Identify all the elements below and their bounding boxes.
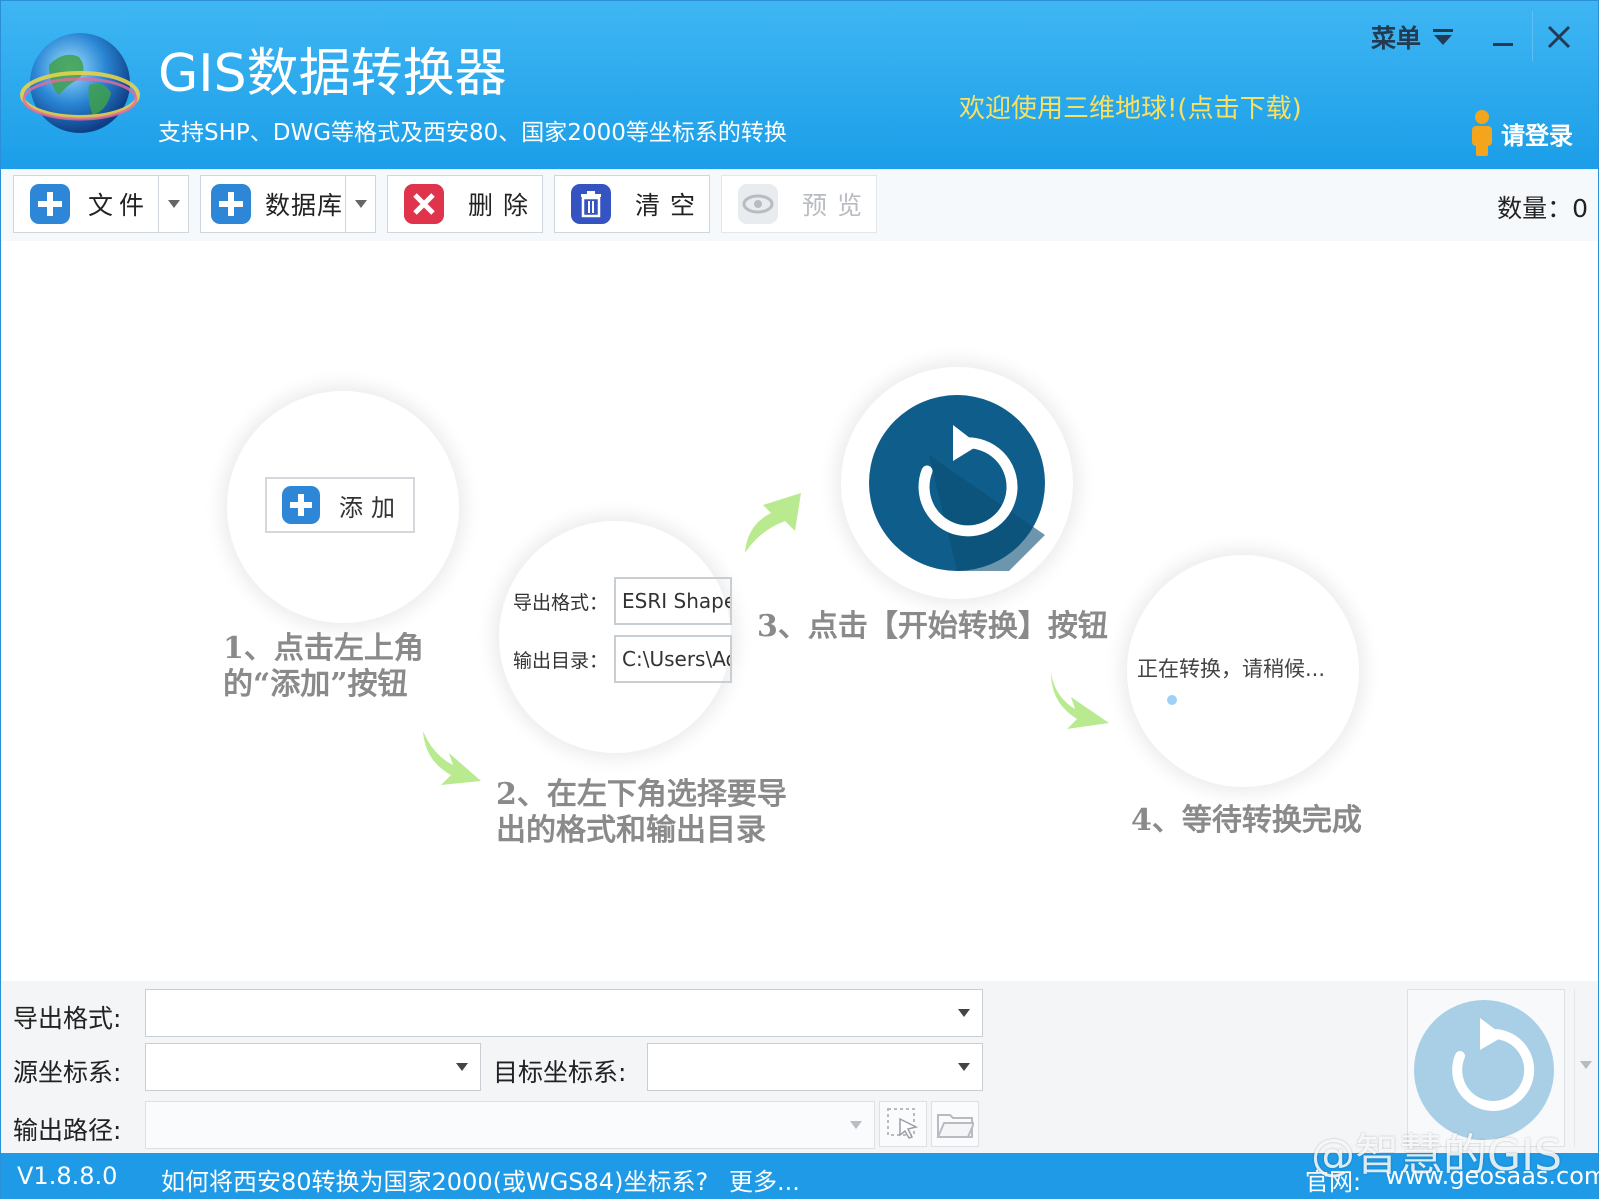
- output-path-label: 输出路径:: [13, 1116, 122, 1145]
- demo-format-row: 导出格式： ESRI Shapefile: [513, 577, 733, 625]
- demo-add-button: 添加: [265, 477, 415, 533]
- minimize-icon[interactable]: [1485, 19, 1521, 55]
- export-format-select[interactable]: [145, 989, 983, 1037]
- clear-label: 清空: [635, 191, 706, 220]
- green-arrow-icon: [745, 493, 801, 553]
- chevron-down-icon: [354, 200, 367, 208]
- source-crs-select[interactable]: [145, 1043, 481, 1091]
- toolbar: 文件 数据库 删除 清空 预览 数量：0: [1, 169, 1598, 241]
- step1-text-line2: 的“添加”按钮: [223, 667, 408, 702]
- close-icon[interactable]: [1541, 19, 1577, 55]
- menu-label: 菜单: [1371, 24, 1422, 53]
- menu-button[interactable]: 菜单: [1371, 19, 1455, 55]
- export-format-label: 导出格式:: [13, 1004, 122, 1033]
- version-text: V1.8.8.0: [17, 1162, 118, 1190]
- file-label: 文件: [88, 191, 151, 220]
- more-link[interactable]: 更多...: [729, 1162, 800, 1197]
- menu-dropdown-icon: [1433, 29, 1454, 45]
- chevron-down-icon: [167, 200, 180, 208]
- green-arrow-icon: [423, 731, 481, 785]
- preview-label: 预览: [802, 191, 873, 220]
- app-window: GIS数据转换器 支持SHP、DWG等格式及西安80、国家2000等坐标系的转换…: [0, 0, 1599, 1199]
- title-separator: [1532, 11, 1533, 61]
- step3-text: 3、点击【开始转换】按钮: [757, 609, 1108, 644]
- pick-path-button[interactable]: [879, 1101, 927, 1147]
- chevron-down-icon: [1580, 1061, 1592, 1069]
- source-crs-label: 源坐标系:: [13, 1058, 122, 1087]
- demo-format-value: ESRI Shapefile: [614, 577, 733, 625]
- globe-logo-icon: [20, 33, 140, 133]
- user-icon: [1472, 110, 1492, 156]
- green-arrow-icon: [1051, 673, 1109, 729]
- step2-text-line2: 出的格式和输出目录: [496, 813, 766, 848]
- demo-converting-text: 正在转换，请稍候...: [1137, 657, 1326, 681]
- delete-button[interactable]: 删除: [387, 175, 543, 233]
- panel-scroll-arrow[interactable]: [1574, 989, 1596, 1147]
- app-title: GIS数据转换器: [158, 44, 507, 104]
- app-subtitle: 支持SHP、DWG等格式及西安80、国家2000等坐标系的转换: [158, 120, 787, 146]
- help-link[interactable]: 如何将西安80转换为国家2000(或WGS84)坐标系?: [161, 1162, 708, 1197]
- preview-button[interactable]: 预览: [721, 175, 877, 233]
- guide-area: 添加 1、点击左上角 的“添加”按钮 导出格式： ESRI Shapefile …: [1, 241, 1598, 981]
- chevron-down-icon: [850, 1121, 862, 1129]
- database-label: 数据库: [265, 191, 344, 220]
- chevron-down-icon: [456, 1063, 468, 1071]
- add-file-button[interactable]: 文件: [13, 175, 189, 233]
- delete-label: 删除: [468, 191, 539, 220]
- add-database-button[interactable]: 数据库: [200, 175, 376, 233]
- watermark-text: @智慧的GIS: [1311, 1130, 1563, 1181]
- chevron-down-icon: [958, 1009, 970, 1017]
- folder-icon: [936, 1114, 974, 1138]
- file-dropdown-arrow[interactable]: [158, 176, 188, 232]
- plus-icon: [211, 184, 251, 224]
- eye-icon: [738, 184, 778, 224]
- output-path-input[interactable]: [145, 1101, 875, 1149]
- start-convert-icon: [869, 395, 1045, 571]
- demo-add-label: 添加: [339, 493, 403, 522]
- loading-dot: [1167, 695, 1177, 705]
- target-crs-label: 目标坐标系:: [493, 1058, 627, 1087]
- step4-text: 4、等待转换完成: [1131, 803, 1362, 838]
- demo-format-label: 导出格式：: [513, 591, 609, 614]
- clear-button[interactable]: 清空: [554, 175, 710, 233]
- file-count: 数量：0: [1497, 194, 1588, 223]
- demo-dir-value: C:\Users\Adm: [614, 635, 733, 683]
- plus-icon: [282, 486, 320, 524]
- trash-icon: [571, 184, 611, 224]
- demo-dir-label: 输出目录：: [513, 649, 609, 672]
- step2-text-line1: 2、在左下角选择要导: [496, 777, 787, 812]
- header-bar: GIS数据转换器 支持SHP、DWG等格式及西安80、国家2000等坐标系的转换…: [1, 1, 1598, 169]
- download-link[interactable]: 欢迎使用三维地球!(点击下载): [959, 88, 1302, 125]
- plus-icon: [30, 184, 70, 224]
- login-label: 请登录: [1501, 121, 1573, 150]
- demo-dir-row: 输出目录： C:\Users\Adm: [513, 635, 733, 683]
- browse-folder-button[interactable]: [931, 1101, 979, 1147]
- cursor-select-icon: [887, 1108, 919, 1139]
- delete-x-icon: [404, 184, 444, 224]
- login-button[interactable]: 请登录: [1469, 109, 1573, 157]
- target-crs-select[interactable]: [647, 1043, 983, 1091]
- database-dropdown-arrow[interactable]: [345, 176, 375, 232]
- step1-text-line1: 1、点击左上角: [223, 631, 424, 666]
- chevron-down-icon: [958, 1063, 970, 1071]
